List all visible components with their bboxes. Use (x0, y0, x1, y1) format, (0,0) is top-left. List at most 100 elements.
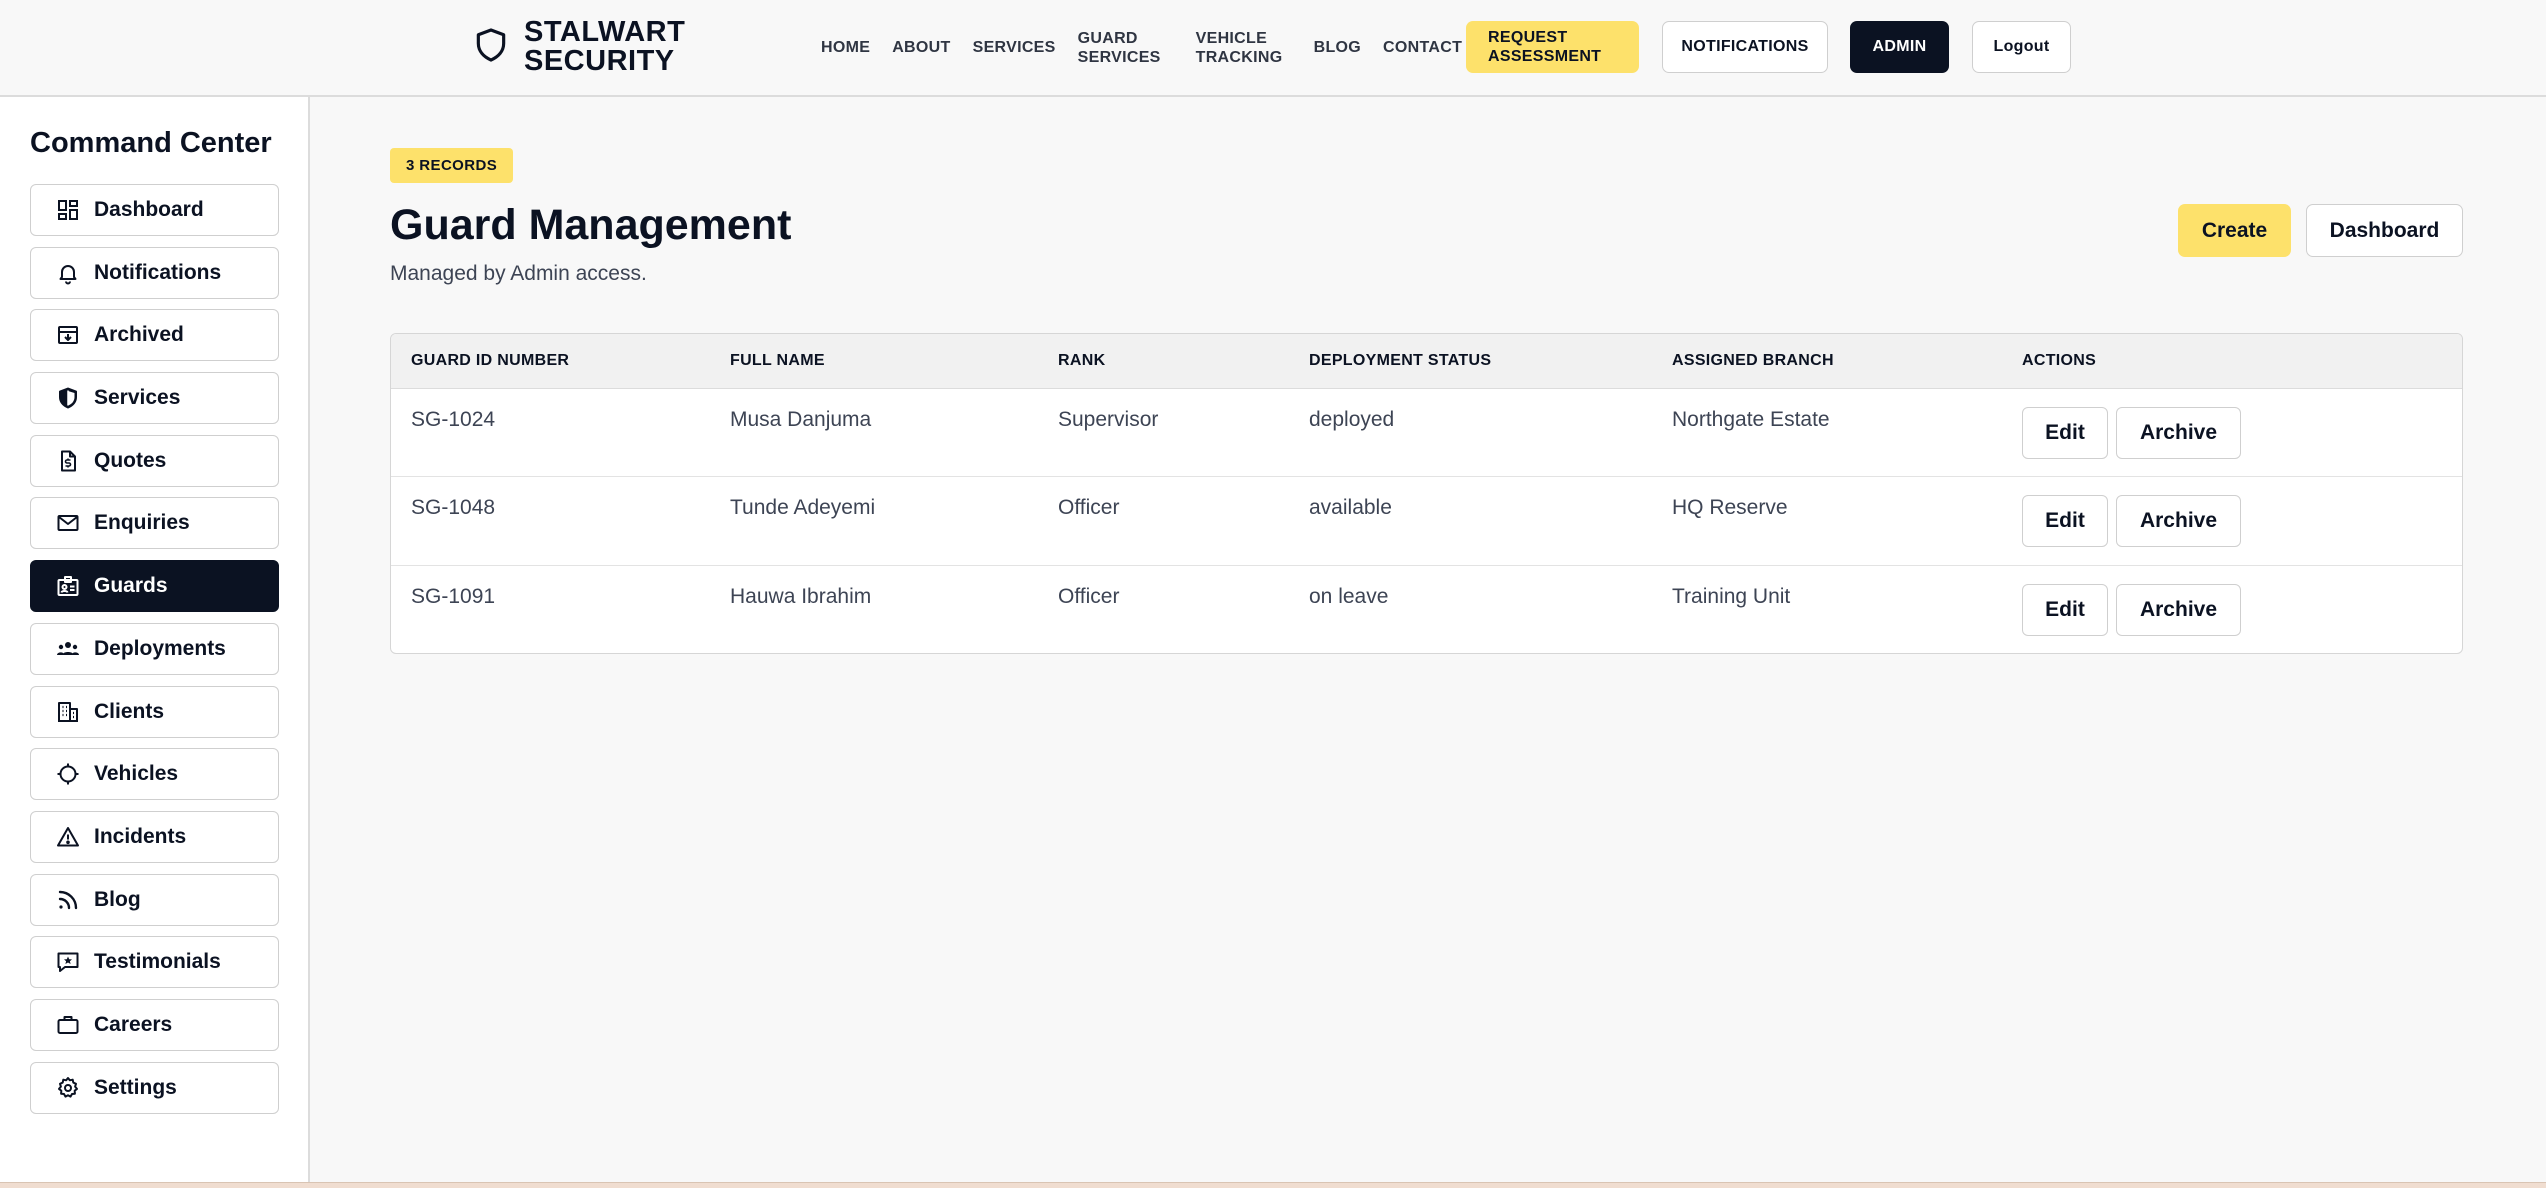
bottom-strip (0, 1182, 2546, 1188)
message-star-icon (56, 950, 80, 974)
branch-cell: Northgate Estate (1672, 407, 1830, 431)
sidebar-item-settings[interactable]: Settings (30, 1061, 279, 1114)
top-header: STALWART SECURITY HOME ABOUT SERVICES GU… (0, 0, 2546, 97)
sidebar-item-label: Guards (94, 574, 168, 598)
bell-icon (56, 261, 80, 285)
rss-icon (56, 888, 80, 912)
archive-icon (56, 323, 80, 347)
sidebar-item-incidents[interactable]: Incidents (30, 810, 279, 863)
column-header: ACTIONS (2022, 351, 2097, 369)
sidebar-item-label: Notifications (94, 260, 222, 284)
status-cell: deployed (1309, 407, 1395, 431)
main-content: 3 RECORDS Guard Management Managed by Ad… (312, 97, 2546, 1182)
sidebar-item-label: Careers (94, 1012, 173, 1036)
logout-button[interactable]: Logout (1972, 21, 2071, 73)
sidebar-item-label: Dashboard (94, 198, 204, 221)
branch-cell: HQ Reserve (1672, 496, 1788, 519)
full-name-cell: Musa Danjuma (730, 407, 872, 431)
nav-contact[interactable]: CONTACT (1383, 38, 1462, 57)
column-header: DEPLOYMENT STATUS (1309, 351, 1492, 369)
sidebar-item-label: Quotes (94, 448, 167, 472)
sidebar-item-notifications[interactable]: Notifications (30, 246, 279, 299)
create-button[interactable]: Create (2178, 204, 2291, 257)
full-name-cell: Hauwa Ibrahim (730, 584, 872, 608)
sidebar-item-testimonials[interactable]: Testimonials (30, 936, 279, 989)
sidebar-item-vehicles[interactable]: Vehicles (30, 748, 279, 801)
sidebar-item-label: Testimonials (94, 950, 221, 974)
briefcase-icon (56, 1013, 80, 1037)
sidebar-item-quotes[interactable]: Quotes (30, 434, 279, 487)
edit-button[interactable]: Edit (2022, 406, 2108, 459)
nav-vehicle-tracking[interactable]: VEHICLE TRACKING (1196, 29, 1292, 67)
brand-name: STALWART SECURITY (524, 16, 686, 77)
gear-icon (56, 1076, 80, 1100)
edit-button[interactable]: Edit (2022, 495, 2108, 547)
sidebar-item-label: Blog (94, 887, 141, 911)
guard-id-cell: SG-1048 (411, 496, 496, 519)
edit-button[interactable]: Edit (2022, 583, 2108, 636)
admin-button[interactable]: ADMIN (1850, 21, 1949, 73)
sidebar: Command Center Dashboard Notifications A… (0, 97, 310, 1182)
archive-button[interactable]: Archive (2116, 583, 2241, 636)
dashboard-icon (56, 198, 80, 222)
nav-home[interactable]: HOME (821, 38, 870, 57)
request-assessment-button[interactable]: REQUEST ASSESSMENT (1466, 21, 1639, 73)
rank-cell: Officer (1058, 584, 1120, 608)
sidebar-item-label: Incidents (94, 824, 187, 848)
brand-logo[interactable]: STALWART SECURITY (472, 18, 694, 76)
sidebar-item-deployments[interactable]: Deployments (30, 622, 279, 675)
branch-cell: Training Unit (1672, 584, 1791, 608)
crosshair-icon (56, 762, 80, 786)
sidebar-item-archived[interactable]: Archived (30, 309, 279, 362)
rank-cell: Supervisor (1058, 407, 1159, 431)
column-header: ASSIGNED BRANCH (1672, 351, 1834, 369)
archive-button[interactable]: Archive (2116, 495, 2241, 547)
status-cell: available (1309, 496, 1392, 519)
status-cell: on leave (1309, 584, 1389, 608)
sidebar-item-services[interactable]: Services (30, 372, 279, 425)
nav-guard-services[interactable]: GUARD SERVICES (1078, 29, 1174, 67)
nav-services[interactable]: SERVICES (973, 38, 1056, 57)
notifications-button[interactable]: NOTIFICATIONS (1662, 21, 1828, 73)
sidebar-item-label: Clients (94, 699, 165, 723)
sidebar-item-careers[interactable]: Careers (30, 998, 279, 1051)
sidebar-item-label: Deployments (94, 636, 226, 660)
table-row: SG-1024 Musa Danjuma Supervisor deployed… (391, 388, 2462, 477)
guard-id-cell: SG-1091 (411, 584, 496, 608)
rank-cell: Officer (1058, 496, 1120, 519)
table-header-row: GUARD ID NUMBER FULL NAME RANK DEPLOYMEN… (391, 334, 2462, 388)
archive-button[interactable]: Archive (2116, 406, 2241, 459)
shield-logo-icon (472, 24, 510, 71)
users-icon (56, 637, 80, 661)
sidebar-item-blog[interactable]: Blog (30, 873, 279, 926)
sidebar-item-enquiries[interactable]: Enquiries (30, 497, 279, 550)
nav-about[interactable]: ABOUT (892, 38, 950, 57)
guard-id-cell: SG-1024 (411, 407, 496, 431)
actions-cell: Edit Archive (2002, 388, 2462, 477)
sidebar-item-label: Settings (94, 1075, 177, 1099)
nav-blog[interactable]: BLOG (1314, 38, 1361, 57)
warning-icon (56, 825, 80, 849)
actions-cell: Edit Archive (2002, 477, 2462, 566)
sidebar-item-guards[interactable]: Guards (30, 560, 279, 613)
sidebar-item-label: Archived (94, 323, 184, 347)
building-icon (56, 700, 80, 724)
table-row: SG-1048 Tunde Adeyemi Officer available … (391, 477, 2462, 566)
sidebar-item-dashboard[interactable]: Dashboard (30, 184, 279, 236)
sidebar-item-label: Enquiries (94, 511, 190, 535)
dashboard-button[interactable]: Dashboard (2306, 204, 2463, 257)
sidebar-item-label: Services (94, 386, 181, 410)
full-name-cell: Tunde Adeyemi (730, 496, 876, 519)
column-header: FULL NAME (730, 351, 825, 369)
sidebar-item-clients[interactable]: Clients (30, 685, 279, 738)
page-title: Guard Management (390, 201, 792, 249)
id-card-icon (56, 574, 80, 598)
shield-icon (56, 386, 80, 410)
quote-doc-icon (56, 449, 80, 473)
records-count-badge: 3 RECORDS (390, 148, 514, 183)
sidebar-title: Command Center (30, 127, 272, 159)
actions-cell: Edit Archive (2002, 565, 2462, 653)
column-header: RANK (1058, 351, 1106, 369)
sidebar-item-label: Vehicles (94, 762, 179, 786)
page-subtitle: Managed by Admin access. (390, 262, 647, 285)
